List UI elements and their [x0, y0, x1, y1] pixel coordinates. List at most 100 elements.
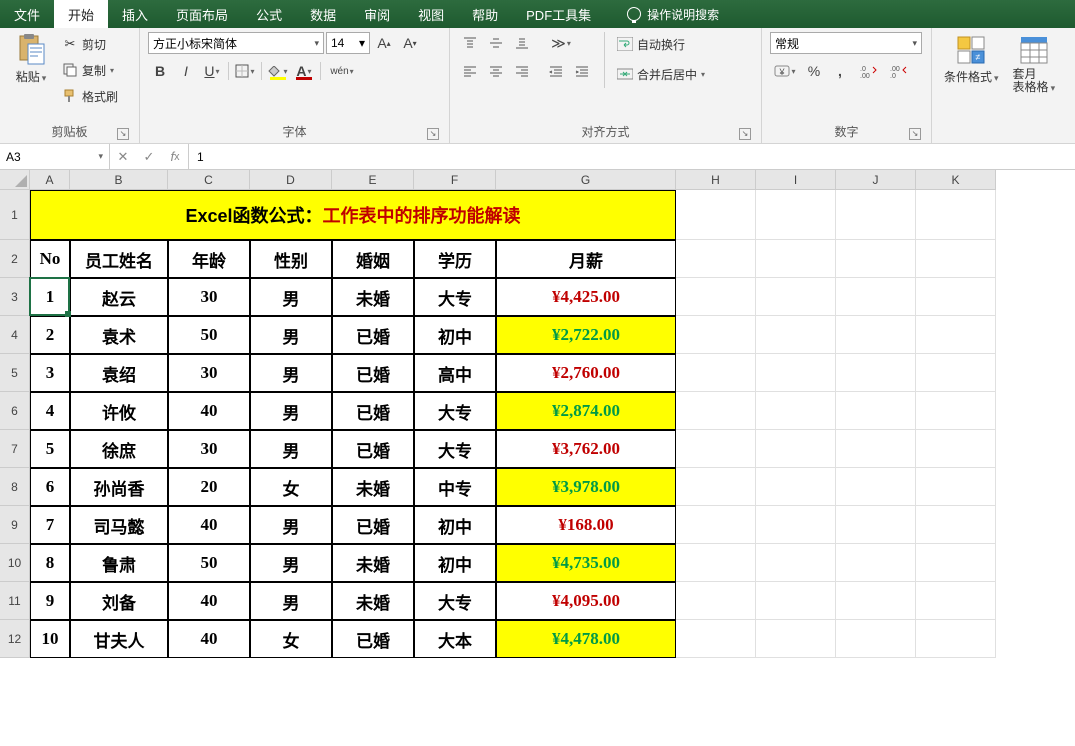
header-cell-2[interactable]: 年龄 — [168, 240, 250, 278]
cell-no-3[interactable]: 4 — [30, 392, 70, 430]
title-cell[interactable]: Excel函数公式：工作表中的排序功能解读 — [30, 190, 676, 240]
paste-button[interactable]: 粘贴 — [8, 32, 54, 108]
increase-indent-button[interactable] — [570, 60, 594, 82]
align-left-button[interactable] — [458, 60, 482, 82]
align-top-button[interactable] — [458, 32, 482, 54]
font-launcher[interactable]: ↘ — [427, 128, 439, 140]
cell-age-0[interactable]: 30 — [168, 278, 250, 316]
header-cell-0[interactable]: No — [30, 240, 70, 278]
cell-name-0[interactable]: 赵云 — [70, 278, 168, 316]
cell-sex-7[interactable]: 男 — [250, 544, 332, 582]
cell-salary-4[interactable]: ¥3,762.00 — [496, 430, 676, 468]
accounting-format-button[interactable]: ¥▾ — [770, 60, 800, 82]
row-head-1[interactable]: 1 — [0, 190, 30, 240]
clipboard-launcher[interactable]: ↘ — [117, 128, 129, 140]
cell-no-5[interactable]: 6 — [30, 468, 70, 506]
comma-button[interactable]: , — [828, 60, 852, 82]
cell-name-2[interactable]: 袁绍 — [70, 354, 168, 392]
conditional-formatting-button[interactable]: ≠ 条件格式 — [940, 32, 1003, 96]
fill-color-button[interactable]: ▾ — [266, 60, 290, 82]
cell-name-6[interactable]: 司马懿 — [70, 506, 168, 544]
cell-edu-9[interactable]: 大本 — [414, 620, 496, 658]
cell-name-1[interactable]: 袁术 — [70, 316, 168, 354]
cell-edu-5[interactable]: 中专 — [414, 468, 496, 506]
cell-age-3[interactable]: 40 — [168, 392, 250, 430]
cell-age-5[interactable]: 20 — [168, 468, 250, 506]
bold-button[interactable]: B — [148, 60, 172, 82]
col-head-A[interactable]: A — [30, 170, 70, 190]
align-center-button[interactable] — [484, 60, 508, 82]
row-head-8[interactable]: 8 — [0, 468, 30, 506]
cell-edu-6[interactable]: 初中 — [414, 506, 496, 544]
confirm-entry-button[interactable]: ✓ — [136, 149, 162, 165]
cell-salary-0[interactable]: ¥4,425.00 — [496, 278, 676, 316]
cell-name-9[interactable]: 甘夫人 — [70, 620, 168, 658]
cancel-entry-button[interactable]: ✕ — [110, 149, 136, 165]
increase-decimal-button[interactable]: .0.00 — [854, 60, 882, 82]
cell-age-4[interactable]: 30 — [168, 430, 250, 468]
row-head-11[interactable]: 11 — [0, 582, 30, 620]
percent-button[interactable]: % — [802, 60, 826, 82]
cell-salary-7[interactable]: ¥4,735.00 — [496, 544, 676, 582]
cell-no-4[interactable]: 5 — [30, 430, 70, 468]
header-cell-3[interactable]: 性别 — [250, 240, 332, 278]
row-head-3[interactable]: 3 — [0, 278, 30, 316]
menu-tab-9[interactable]: PDF工具集 — [512, 0, 605, 28]
cell-edu-0[interactable]: 大专 — [414, 278, 496, 316]
decrease-decimal-button[interactable]: .00.0 — [884, 60, 912, 82]
menu-tab-4[interactable]: 公式 — [242, 0, 296, 28]
cell-marry-2[interactable]: 已婚 — [332, 354, 414, 392]
cell-marry-1[interactable]: 已婚 — [332, 316, 414, 354]
cell-age-7[interactable]: 50 — [168, 544, 250, 582]
format-as-table-button[interactable]: 套月 表格格 — [1009, 32, 1060, 96]
italic-button[interactable]: I — [174, 60, 198, 82]
cell-edu-7[interactable]: 初中 — [414, 544, 496, 582]
cell-no-6[interactable]: 7 — [30, 506, 70, 544]
cell-name-3[interactable]: 许攸 — [70, 392, 168, 430]
cell-name-8[interactable]: 刘备 — [70, 582, 168, 620]
cell-name-5[interactable]: 孙尚香 — [70, 468, 168, 506]
formula-input[interactable]: 1 — [189, 144, 1075, 169]
number-launcher[interactable]: ↘ — [909, 128, 921, 140]
row-head-12[interactable]: 12 — [0, 620, 30, 658]
spreadsheet-grid[interactable]: ABCDEFGHIJK 123456789101112 Excel函数公式：工作… — [0, 170, 1075, 746]
cell-age-1[interactable]: 50 — [168, 316, 250, 354]
menu-tab-7[interactable]: 视图 — [404, 0, 458, 28]
cell-marry-0[interactable]: 未婚 — [332, 278, 414, 316]
row-head-2[interactable]: 2 — [0, 240, 30, 278]
cell-no-2[interactable]: 3 — [30, 354, 70, 392]
decrease-indent-button[interactable] — [544, 60, 568, 82]
cell-edu-3[interactable]: 大专 — [414, 392, 496, 430]
col-head-E[interactable]: E — [332, 170, 414, 190]
cell-no-7[interactable]: 8 — [30, 544, 70, 582]
insert-function-button[interactable]: fx — [162, 149, 188, 164]
menu-tab-5[interactable]: 数据 — [296, 0, 350, 28]
name-box[interactable]: A3 ▾ — [0, 144, 110, 169]
format-painter-button[interactable]: 格式刷 — [60, 84, 120, 108]
col-head-F[interactable]: F — [414, 170, 496, 190]
cell-salary-3[interactable]: ¥2,874.00 — [496, 392, 676, 430]
wrap-text-button[interactable]: 自动换行 — [615, 32, 707, 56]
menu-tab-6[interactable]: 审阅 — [350, 0, 404, 28]
number-format-combo[interactable]: 常规 ▾ — [770, 32, 922, 54]
cell-sex-3[interactable]: 男 — [250, 392, 332, 430]
row-head-4[interactable]: 4 — [0, 316, 30, 354]
col-head-D[interactable]: D — [250, 170, 332, 190]
col-head-K[interactable]: K — [916, 170, 996, 190]
col-head-J[interactable]: J — [836, 170, 916, 190]
cell-marry-7[interactable]: 未婚 — [332, 544, 414, 582]
cell-sex-5[interactable]: 女 — [250, 468, 332, 506]
col-head-G[interactable]: G — [496, 170, 676, 190]
menu-tab-1[interactable]: 开始 — [54, 0, 108, 28]
row-head-6[interactable]: 6 — [0, 392, 30, 430]
row-head-10[interactable]: 10 — [0, 544, 30, 582]
menu-tab-2[interactable]: 插入 — [108, 0, 162, 28]
cell-sex-2[interactable]: 男 — [250, 354, 332, 392]
cell-salary-6[interactable]: ¥168.00 — [496, 506, 676, 544]
cell-marry-4[interactable]: 已婚 — [332, 430, 414, 468]
menu-tab-8[interactable]: 帮助 — [458, 0, 512, 28]
col-head-I[interactable]: I — [756, 170, 836, 190]
menu-tab-3[interactable]: 页面布局 — [162, 0, 242, 28]
cell-salary-5[interactable]: ¥3,978.00 — [496, 468, 676, 506]
cell-age-6[interactable]: 40 — [168, 506, 250, 544]
